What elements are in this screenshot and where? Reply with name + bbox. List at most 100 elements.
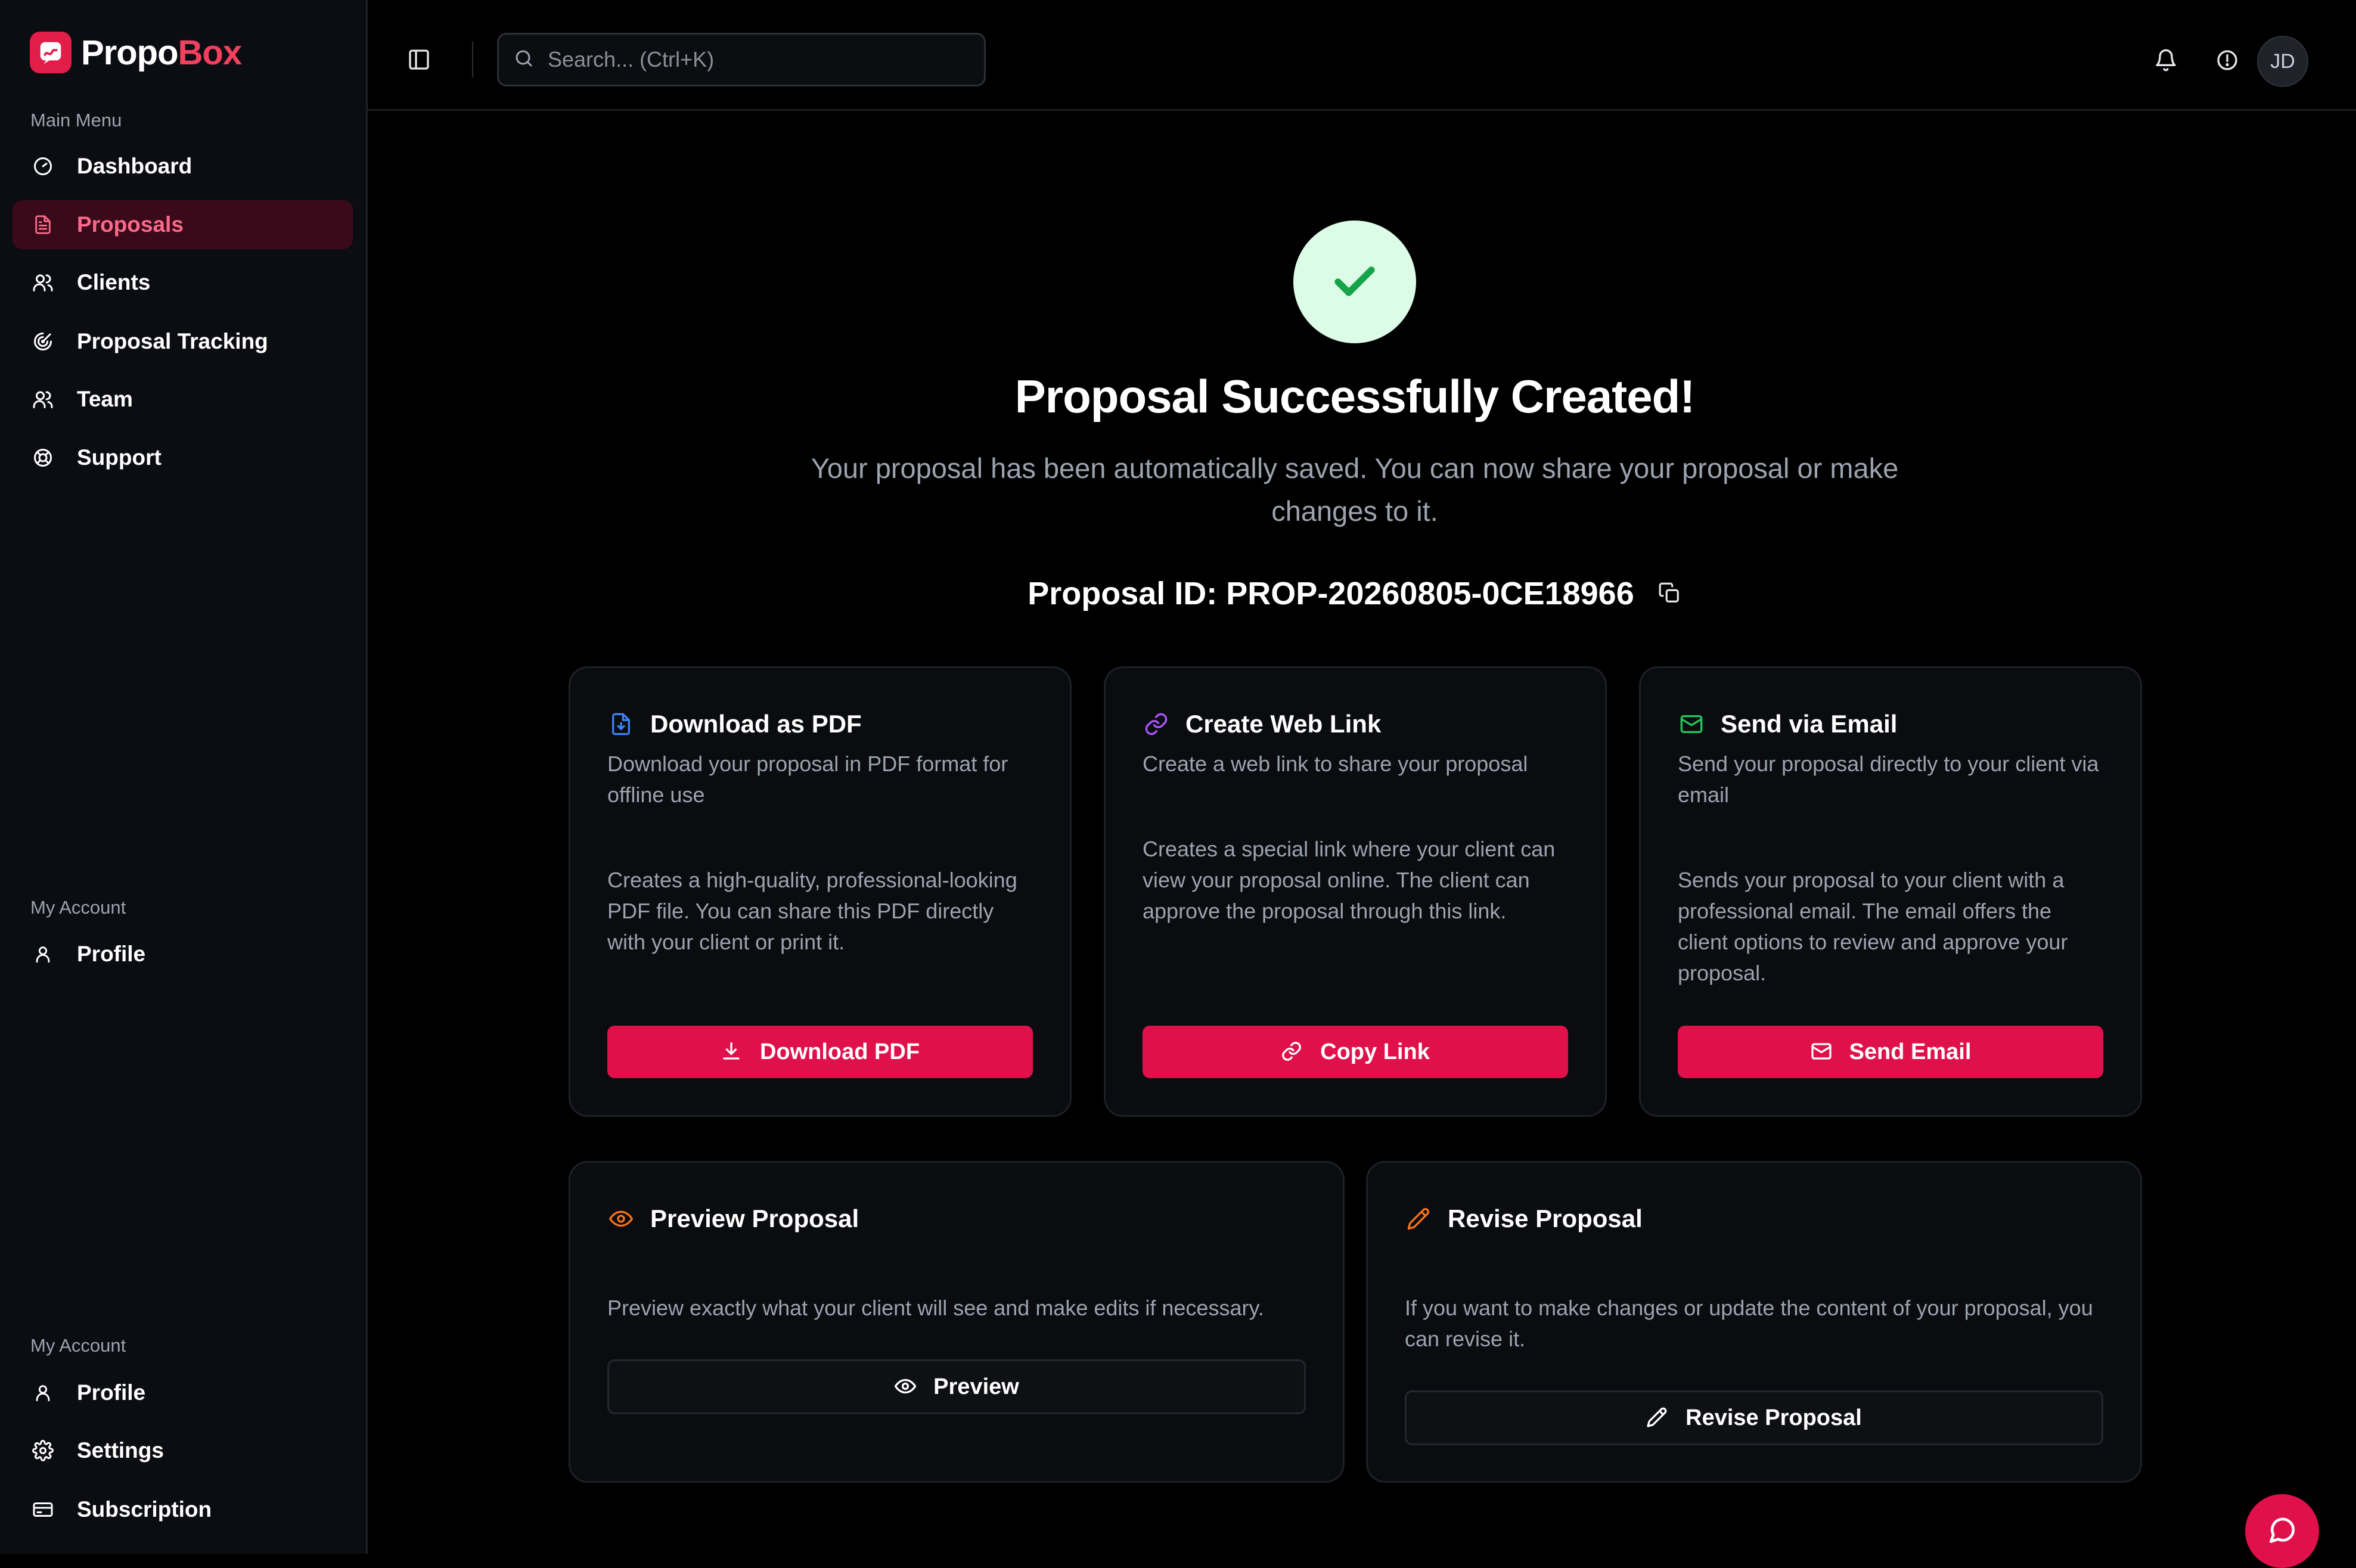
radar-icon bbox=[32, 330, 54, 353]
sidebar-toggle-icon[interactable] bbox=[407, 48, 432, 73]
sidebar-item-profile[interactable]: Profile bbox=[13, 1368, 353, 1417]
mail-icon bbox=[1678, 710, 1705, 738]
file-download-icon bbox=[607, 710, 635, 738]
download-icon bbox=[721, 1041, 743, 1063]
card-header: Create Web Link bbox=[1143, 710, 1381, 738]
link-icon bbox=[1281, 1041, 1303, 1063]
main-menu-label: Main Menu bbox=[30, 110, 122, 131]
link-icon bbox=[1143, 710, 1170, 738]
eye-icon bbox=[894, 1376, 917, 1398]
my-account-label: My Account bbox=[30, 1335, 126, 1356]
search-icon bbox=[513, 48, 535, 72]
search-box[interactable] bbox=[497, 33, 986, 86]
pencil-icon bbox=[1646, 1406, 1669, 1429]
card-description: Download your proposal in PDF format for… bbox=[607, 752, 1008, 807]
bell-icon[interactable] bbox=[2154, 48, 2180, 74]
card-header: Download as PDF bbox=[607, 710, 862, 738]
chat-icon bbox=[2267, 1516, 2297, 1548]
credit-card-icon bbox=[32, 1498, 54, 1521]
revise-proposal-button[interactable]: Revise Proposal bbox=[1405, 1390, 2103, 1445]
revise-proposal-card: Revise Proposal If you want to make chan… bbox=[1366, 1161, 2142, 1483]
check-icon bbox=[1326, 252, 1383, 312]
gauge-icon bbox=[32, 155, 54, 178]
card-description: Preview exactly what your client will se… bbox=[607, 1296, 1264, 1320]
send-email-button[interactable]: Send Email bbox=[1678, 1026, 2103, 1078]
sidebar-item-team[interactable]: Team bbox=[13, 375, 353, 424]
sidebar-item-support[interactable]: Support bbox=[13, 433, 353, 482]
sidebar-item-profile[interactable]: Profile bbox=[13, 930, 353, 979]
button-label: Send Email bbox=[1849, 1039, 1972, 1064]
sidebar-item-label: Proposal Tracking bbox=[77, 329, 268, 353]
app-name-part1: Propo bbox=[81, 33, 179, 72]
sidebar-item-label: Subscription bbox=[77, 1497, 212, 1522]
top-bar: JD bbox=[368, 0, 2356, 111]
proposal-id-row: Proposal ID: PROP-20260805-0CE18966 bbox=[894, 575, 1815, 612]
sidebar-item-proposals[interactable]: Proposals bbox=[13, 200, 353, 249]
card-description: Send your proposal directly to your clie… bbox=[1678, 752, 2099, 807]
button-label: Copy Link bbox=[1320, 1039, 1430, 1064]
card-title: Preview Proposal bbox=[650, 1204, 859, 1232]
sidebar-item-label: Dashboard bbox=[77, 154, 193, 178]
card-header: Revise Proposal bbox=[1405, 1204, 1643, 1233]
logo-icon bbox=[30, 32, 72, 73]
life-buoy-icon bbox=[32, 446, 54, 469]
success-badge bbox=[1293, 221, 1416, 343]
button-label: Preview bbox=[933, 1374, 1019, 1399]
user-icon bbox=[32, 943, 54, 965]
page-title: Proposal Successfully Created! bbox=[1014, 370, 1695, 423]
sidebar-item-label: Profile bbox=[77, 1380, 146, 1405]
file-text-icon bbox=[32, 213, 54, 236]
my-account-label: My Account bbox=[30, 897, 126, 918]
card-title: Create Web Link bbox=[1185, 710, 1382, 738]
card-title: Download as PDF bbox=[650, 710, 862, 738]
eye-icon bbox=[607, 1205, 635, 1232]
sidebar-item-label: Team bbox=[77, 387, 133, 411]
card-title: Revise Proposal bbox=[1448, 1204, 1643, 1232]
search-input[interactable] bbox=[547, 46, 966, 73]
card-title: Send via Email bbox=[1721, 710, 1898, 738]
send-email-card: Send via Email Send your proposal direct… bbox=[1639, 666, 2142, 1117]
preview-proposal-card: Preview Proposal Preview exactly what yo… bbox=[569, 1161, 1345, 1483]
divider bbox=[472, 42, 473, 77]
copy-icon[interactable] bbox=[1658, 582, 1682, 606]
sidebar-item-settings[interactable]: Settings bbox=[13, 1426, 353, 1475]
users-icon bbox=[32, 388, 54, 411]
sidebar-item-clients[interactable]: Clients bbox=[13, 258, 353, 307]
sidebar-item-label: Clients bbox=[77, 270, 151, 294]
sidebar-item-label: Support bbox=[77, 445, 162, 470]
sidebar: PropoBox Main Menu Dashboard Proposals C… bbox=[0, 0, 368, 1554]
proposal-id: Proposal ID: PROP-20260805-0CE18966 bbox=[1028, 576, 1634, 611]
card-description: Create a web link to share your proposal bbox=[1143, 752, 1528, 776]
card-header: Preview Proposal bbox=[607, 1204, 859, 1233]
mail-icon bbox=[1810, 1041, 1833, 1063]
button-label: Revise Proposal bbox=[1685, 1405, 1862, 1430]
copy-link-button[interactable]: Copy Link bbox=[1143, 1026, 1568, 1078]
users-icon bbox=[32, 271, 54, 294]
help-icon[interactable] bbox=[2215, 48, 2242, 74]
app-name: PropoBox bbox=[81, 33, 243, 73]
preview-button[interactable]: Preview bbox=[607, 1359, 1306, 1414]
sidebar-item-label: Settings bbox=[77, 1438, 164, 1463]
download-pdf-card: Download as PDF Download your proposal i… bbox=[569, 666, 1072, 1117]
card-detail: Creates a high-quality, professional-loo… bbox=[607, 868, 1017, 954]
card-header: Send via Email bbox=[1678, 710, 1897, 738]
sidebar-item-label: Proposals bbox=[77, 212, 184, 237]
card-detail: Sends your proposal to your client with … bbox=[1678, 868, 2068, 985]
chat-button[interactable] bbox=[2245, 1494, 2319, 1568]
card-description: If you want to make changes or update th… bbox=[1405, 1296, 2093, 1351]
app-logo[interactable]: PropoBox bbox=[30, 31, 243, 74]
page-subtitle: Your proposal has been automatically sav… bbox=[811, 452, 1899, 527]
create-web-link-card: Create Web Link Create a web link to sha… bbox=[1104, 666, 1607, 1117]
pencil-icon bbox=[1405, 1205, 1432, 1232]
gear-icon bbox=[32, 1439, 54, 1462]
button-label: Download PDF bbox=[759, 1039, 920, 1064]
sidebar-item-subscription[interactable]: Subscription bbox=[13, 1485, 353, 1534]
user-icon bbox=[32, 1381, 54, 1404]
sidebar-item-label: Profile bbox=[77, 942, 146, 966]
sidebar-item-dashboard[interactable]: Dashboard bbox=[13, 142, 353, 191]
app-name-part2: Box bbox=[178, 33, 243, 72]
avatar[interactable]: JD bbox=[2257, 36, 2308, 87]
sidebar-item-proposal-tracking[interactable]: Proposal Tracking bbox=[13, 317, 353, 366]
download-pdf-button[interactable]: Download PDF bbox=[607, 1026, 1033, 1078]
card-detail: Creates a special link where your client… bbox=[1143, 837, 1556, 923]
